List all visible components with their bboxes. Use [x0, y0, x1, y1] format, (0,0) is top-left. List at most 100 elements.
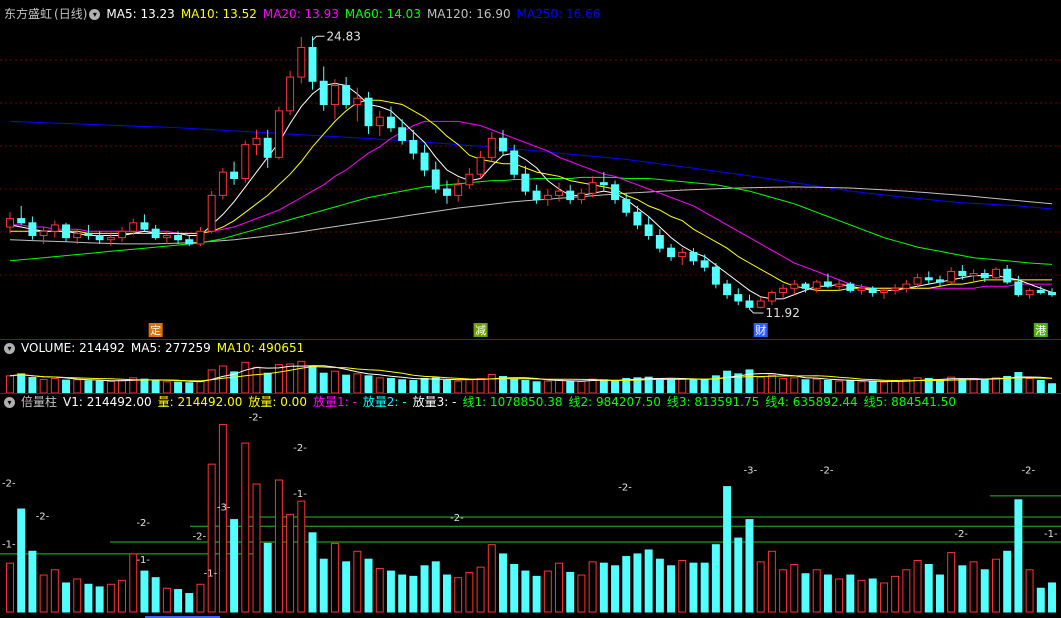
- volume-bar: [487, 374, 496, 394]
- multiple-volume-bar: [913, 560, 922, 613]
- volume-bar: [879, 381, 888, 394]
- multiple-volume-bar: [499, 553, 507, 613]
- multiple-volume-bar: [62, 582, 70, 613]
- volume-value-label: MA10: 490651: [216, 341, 305, 355]
- multiple-volume-bar: [790, 563, 799, 613]
- volume-bar: [409, 379, 418, 394]
- bar-marker-label: -2-: [293, 443, 307, 454]
- chevron-down-icon[interactable]: ▾: [4, 397, 15, 408]
- candle-body: [879, 289, 888, 294]
- multiple-volume-bar: [711, 544, 720, 613]
- volume-bar: [364, 375, 373, 394]
- multiple-volume-bar: [622, 556, 631, 613]
- volume-bar: [812, 378, 821, 394]
- bar-marker-label: -2-: [954, 529, 968, 540]
- volume-bar: [555, 379, 563, 394]
- price-chart-canvas[interactable]: 24.83 11.92 定 减 财 港: [0, 0, 1061, 340]
- indicator-panel[interactable]: -2- -1- -2- -2- -1- -2- -1- -2- -2- -3- -1- -2- -2- -…: [0, 394, 1061, 618]
- chevron-down-icon[interactable]: ▾: [89, 9, 101, 20]
- volume-bar: [521, 379, 530, 394]
- candle-body: [431, 169, 440, 190]
- multiple-volume-bar: [868, 578, 877, 613]
- multiple-volume-bar: [689, 562, 698, 613]
- multiple-volume-bar: [17, 508, 26, 613]
- multiple-volume-bar: [286, 513, 295, 613]
- candle-body: [62, 224, 70, 239]
- candle-body: [39, 230, 48, 236]
- candle-body: [330, 84, 339, 106]
- multiple-volume-bar: [992, 558, 1000, 613]
- price-panel[interactable]: 24.83 11.92 定 减 财 港 东方盛虹 (日线) ▾ MA5: 13.23 MA10: …: [0, 0, 1061, 340]
- candle-body: [140, 222, 149, 230]
- multiple-volume-bar: [667, 565, 676, 613]
- candle-body: [678, 251, 687, 258]
- candle-body: [767, 292, 776, 302]
- multiple-volume-bar: [353, 550, 362, 613]
- candle-body: [1048, 292, 1056, 296]
- multiple-volume-bar: [1025, 569, 1034, 613]
- volume-bar: [118, 379, 127, 394]
- event-badge-label: 港: [1035, 324, 1046, 337]
- volume-bar: [947, 376, 956, 394]
- volume-bar: [454, 380, 463, 394]
- multiple-volume-bar: [902, 569, 911, 613]
- indicator-value-label: 倍量柱: [21, 395, 58, 409]
- indicator-legend: 倍量柱 V1: 214492.00 量: 214492.00 放量: 0.00 放量1:…: [21, 395, 962, 409]
- indicator-value-label: 放量: 0.00: [248, 395, 307, 409]
- bar-marker-label: -2-: [136, 518, 150, 529]
- candle-body: [50, 224, 59, 232]
- candle-body: [633, 211, 642, 226]
- candle-body: [532, 190, 541, 201]
- multiple-volume-bar: [95, 586, 104, 613]
- candle-body: [868, 287, 877, 294]
- indicator-chart-canvas[interactable]: -2- -1- -2- -2- -1- -2- -1- -2- -2- -3- -1- -2- -2- -…: [0, 394, 1061, 618]
- volume-bar: [442, 379, 451, 394]
- multiple-volume-bar: [28, 550, 37, 613]
- ma-value-label: MA120: 16.90: [426, 7, 511, 21]
- indicator-header: ▾ 倍量柱 V1: 214492.00 量: 214492.00 放量: 0.00 放量1…: [2, 394, 968, 410]
- multiple-volume-bar: [39, 574, 48, 613]
- low-pointer: [749, 308, 764, 314]
- multiple-volume-bar: [454, 577, 463, 613]
- volume-bar: [779, 377, 788, 394]
- candle-body: [398, 127, 407, 141]
- multiple-volume-bar: [185, 593, 194, 613]
- indicator-value-label: V1: 214492.00: [63, 395, 152, 409]
- candle-body: [409, 139, 418, 154]
- bar-marker-label: -1-: [1044, 529, 1058, 540]
- multiple-volume-bar: [409, 575, 418, 613]
- candle-body: [1025, 289, 1034, 296]
- volume-bar: [801, 379, 810, 394]
- candle-body: [555, 190, 563, 196]
- multiple-volume-bar: [375, 567, 384, 613]
- candle-body: [420, 152, 429, 171]
- candle-body: [689, 251, 698, 262]
- multiple-volume-bar: [655, 558, 664, 613]
- multiple-volume-bar: [767, 550, 776, 613]
- bar-marker-label: -2-: [618, 483, 632, 494]
- volume-bar: [465, 379, 474, 394]
- stock-name[interactable]: 东方盛虹: [4, 7, 52, 21]
- candle-body: [297, 46, 306, 78]
- volume-bar: [532, 381, 541, 394]
- volume-bar: [723, 370, 732, 394]
- volume-panel[interactable]: ▾ VOLUME: 214492 MA5: 277259 MA10: 490651: [0, 340, 1061, 394]
- candle-body: [1036, 289, 1045, 294]
- multiple-volume-bar: [151, 577, 160, 613]
- multiple-volume-bar: [801, 573, 810, 613]
- candle-body: [286, 76, 295, 112]
- period-label[interactable]: (日线): [54, 7, 87, 21]
- multiple-volume-bar: [1048, 582, 1056, 613]
- candle-body: [129, 222, 138, 232]
- candle-body: [17, 218, 26, 224]
- candle-body: [734, 294, 743, 302]
- multiple-volume-bar: [297, 500, 306, 613]
- multiple-volume-bar: [846, 574, 855, 613]
- volume-bar: [678, 378, 687, 394]
- multiple-volume-bar: [823, 574, 832, 613]
- candle-body: [487, 137, 496, 158]
- volume-bar: [84, 380, 93, 394]
- chevron-down-icon[interactable]: ▾: [4, 343, 15, 354]
- candle-body: [241, 144, 250, 179]
- multiple-volume-bar: [521, 570, 530, 613]
